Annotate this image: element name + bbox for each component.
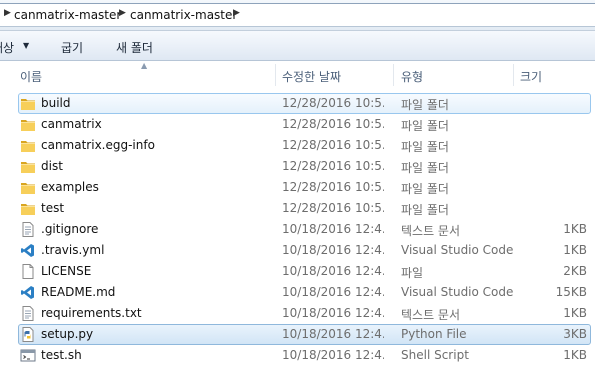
file-name: test.sh (41, 348, 82, 362)
file-date: 12/28/2016 10:5... (282, 159, 384, 173)
file-date: 10/18/2016 12:4... (282, 264, 384, 278)
file-date: 12/28/2016 10:5... (282, 180, 384, 194)
file-row[interactable]: canmatrix 12/28/2016 10:5... 파일 폴더 (0, 114, 595, 135)
file-type: 파일 폴더 (401, 203, 449, 217)
file-date: 12/28/2016 10:5... (282, 117, 384, 131)
file-name: dist (41, 159, 63, 173)
burn-button[interactable]: 굽기 (61, 39, 83, 56)
column-divider[interactable] (393, 64, 394, 86)
file-type: Shell Script (401, 348, 469, 362)
new-folder-button[interactable]: 새 폴더 (116, 39, 153, 56)
file-size: 2KB (563, 264, 587, 278)
file-type: 파일 (401, 266, 424, 280)
text-file-icon (20, 306, 36, 321)
file-size: 3KB (563, 327, 587, 341)
file-name: test (41, 201, 65, 215)
file-row[interactable]: LICENSE 10/18/2016 12:4... 파일 2KB (0, 261, 595, 282)
column-divider[interactable] (275, 64, 276, 86)
file-type: 파일 폴더 (401, 98, 449, 112)
file-date: 10/18/2016 12:4... (282, 222, 384, 236)
file-name: .gitignore (41, 222, 99, 236)
file-name: build (41, 96, 71, 110)
file-row[interactable]: test 12/28/2016 10:5... 파일 폴더 (0, 198, 595, 219)
column-header-row: ▲ 이름 수정한 날짜 유형 크기 (0, 61, 595, 89)
file-name: canmatrix (41, 117, 102, 131)
vscode-file-icon (20, 243, 36, 258)
file-row[interactable]: examples 12/28/2016 10:5... 파일 폴더 (0, 177, 595, 198)
file-name: examples (41, 180, 99, 194)
chevron-right-icon[interactable]: ▶ (4, 8, 11, 18)
file-name: setup.py (41, 327, 94, 341)
breadcrumb-item[interactable]: canmatrix-master (14, 8, 121, 22)
folder-icon (20, 159, 36, 174)
file-row[interactable]: .travis.yml 10/18/2016 12:4... Visual Stud… (0, 240, 595, 261)
file-size: 1KB (563, 222, 587, 236)
file-type: Python File (401, 327, 467, 341)
file-date: 12/28/2016 10:5... (282, 201, 384, 215)
folder-icon (20, 96, 36, 111)
file-row[interactable]: dist 12/28/2016 10:5... 파일 폴더 (0, 156, 595, 177)
breadcrumb-item[interactable]: canmatrix-master (130, 8, 237, 22)
file-row[interactable]: .gitignore 10/18/2016 12:4... 텍스트 문서 1KB (0, 219, 595, 240)
file-name: LICENSE (41, 264, 92, 278)
file-row[interactable]: canmatrix.egg-info 12/28/2016 10:5... 파일 폴… (0, 135, 595, 156)
file-date: 12/28/2016 10:5... (282, 138, 384, 152)
file-row[interactable]: requirements.txt 10/18/2016 12:4... 텍스트 문서… (0, 303, 595, 324)
file-type: Visual Studio Code (401, 243, 513, 257)
column-header-type[interactable]: 유형 (401, 68, 423, 85)
column-header-size[interactable]: 크기 (520, 68, 542, 85)
chevron-right-icon[interactable]: ▶ (233, 8, 240, 18)
folder-icon (20, 201, 36, 216)
blank-file-icon (20, 264, 36, 279)
folder-icon (20, 138, 36, 153)
chevron-right-icon[interactable]: ▶ (119, 8, 126, 18)
vscode-file-icon (20, 285, 36, 300)
address-bar: ▶ canmatrix-master ▶ canmatrix-master ▶ (0, 0, 595, 31)
file-type: 파일 폴더 (401, 182, 449, 196)
folder-icon (20, 117, 36, 132)
file-size: 1KB (563, 243, 587, 257)
python-file-icon (20, 327, 36, 342)
sort-up-icon: ▲ (141, 61, 148, 70)
column-divider[interactable] (513, 64, 514, 86)
file-name: requirements.txt (41, 306, 142, 320)
file-row[interactable]: setup.py 10/18/2016 12:4... Python File 3KB (0, 324, 595, 345)
file-date: 10/18/2016 12:4... (282, 306, 384, 320)
file-type: 파일 폴더 (401, 161, 449, 175)
folder-icon (20, 180, 36, 195)
column-header-date[interactable]: 수정한 날짜 (282, 68, 341, 85)
text-file-icon (20, 222, 36, 237)
file-row[interactable]: build 12/28/2016 10:5... 파일 폴더 (0, 93, 595, 114)
file-date: 10/18/2016 12:4... (282, 348, 384, 362)
file-size: 1KB (563, 348, 587, 362)
command-toolbar: 배상 ▼ 굽기 새 폴더 (0, 31, 595, 61)
file-type: Visual Studio Code (401, 285, 513, 299)
shell-script-icon (20, 348, 36, 363)
file-date: 10/18/2016 12:4... (282, 285, 384, 299)
file-type: 텍스트 문서 (401, 308, 461, 322)
file-type: 텍스트 문서 (401, 224, 461, 238)
organize-button[interactable]: 배상 (0, 39, 14, 56)
file-name: .travis.yml (41, 243, 105, 257)
file-size: 15KB (555, 285, 587, 299)
file-type: 파일 폴더 (401, 140, 449, 154)
file-date: 10/18/2016 12:4... (282, 243, 384, 257)
file-date: 12/28/2016 10:5... (282, 96, 384, 110)
column-header-name[interactable]: 이름 (20, 68, 42, 85)
file-type: 파일 폴더 (401, 119, 449, 133)
caret-down-icon[interactable]: ▼ (23, 41, 29, 50)
file-date: 10/18/2016 12:4... (282, 327, 384, 341)
file-name: canmatrix.egg-info (41, 138, 155, 152)
file-row[interactable]: test.sh 10/18/2016 12:4... Shell Script 1KB (0, 345, 595, 366)
file-size: 1KB (563, 306, 587, 320)
breadcrumb[interactable]: ▶ canmatrix-master ▶ canmatrix-master ▶ (0, 3, 595, 27)
file-row[interactable]: README.md 10/18/2016 12:4... Visual Studio… (0, 282, 595, 303)
file-name: README.md (41, 285, 116, 299)
